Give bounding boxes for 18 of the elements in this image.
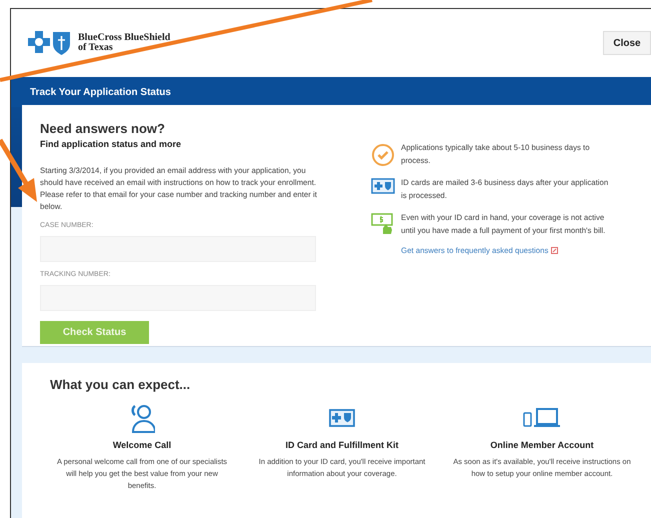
close-button[interactable]: Close <box>603 31 651 55</box>
section-heading: What you can expect... <box>49 377 192 392</box>
person-call-icon <box>129 403 155 433</box>
feature-title: Welcome Call <box>112 440 172 450</box>
section-heading: Need answers now? <box>40 121 166 136</box>
feature-title: Online Member Account <box>490 440 594 450</box>
id-card-icon <box>329 409 355 427</box>
external-link-icon <box>551 247 558 254</box>
cross-shield-logo-icon <box>28 30 72 56</box>
page-title: Track Your Application Status <box>30 86 171 98</box>
company-name: BlueCross BlueShield of Texas <box>78 33 170 53</box>
bill-hand-icon <box>370 213 394 235</box>
phone-laptop-icon <box>523 408 561 428</box>
feature-title: ID Card and Fulfillment Kit <box>285 440 398 450</box>
id-card-icon <box>370 178 394 194</box>
section-subheading: Find application status and more <box>40 139 182 149</box>
check-circle-icon <box>370 143 394 167</box>
annotation-arrow <box>0 138 37 202</box>
